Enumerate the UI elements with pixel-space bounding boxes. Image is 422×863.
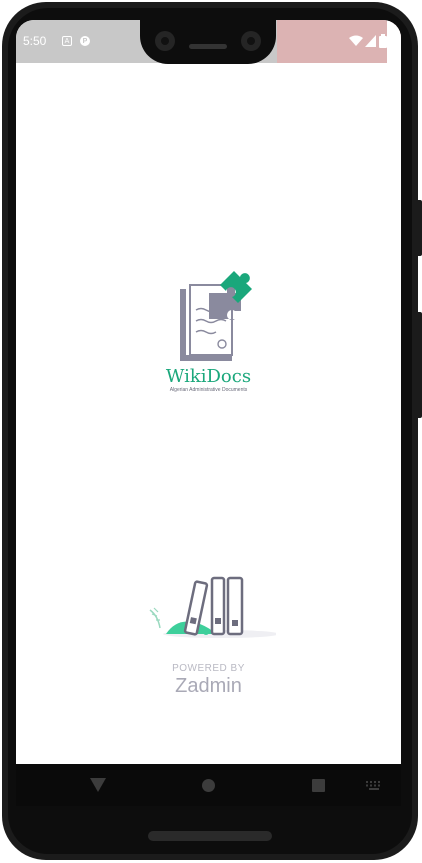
app-tagline: Algerian Administrative Documents — [169, 387, 248, 393]
battery-icon — [379, 34, 387, 48]
app-screen: 5:50 A P WikiDocs Algerian Administrativ… — [16, 20, 401, 804]
status-time: 5:50 — [23, 34, 47, 48]
recents-icon[interactable] — [312, 779, 325, 792]
navigation-bar — [16, 764, 401, 806]
notification-a-icon: A — [62, 36, 72, 46]
books-illustration-icon — [149, 576, 276, 638]
keyboard-icon[interactable] — [366, 781, 382, 790]
power-button — [418, 312, 422, 418]
app-name: WikiDocs — [165, 366, 252, 387]
status-right-area — [277, 20, 401, 63]
bottom-speaker-grille — [148, 831, 272, 841]
camera-notch — [140, 20, 276, 64]
notification-p-icon: P — [80, 36, 90, 46]
powered-by-label: POWERED BY — [172, 663, 245, 674]
front-camera-icon — [155, 31, 175, 51]
signal-icon — [365, 35, 376, 47]
home-icon[interactable] — [202, 779, 215, 792]
status-edge — [387, 20, 401, 63]
wifi-icon — [349, 35, 363, 46]
company-name: Zadmin — [175, 675, 242, 697]
earpiece-speaker — [189, 44, 227, 49]
front-sensor-icon — [241, 31, 261, 51]
volume-button — [418, 200, 422, 256]
back-icon[interactable] — [90, 778, 106, 792]
